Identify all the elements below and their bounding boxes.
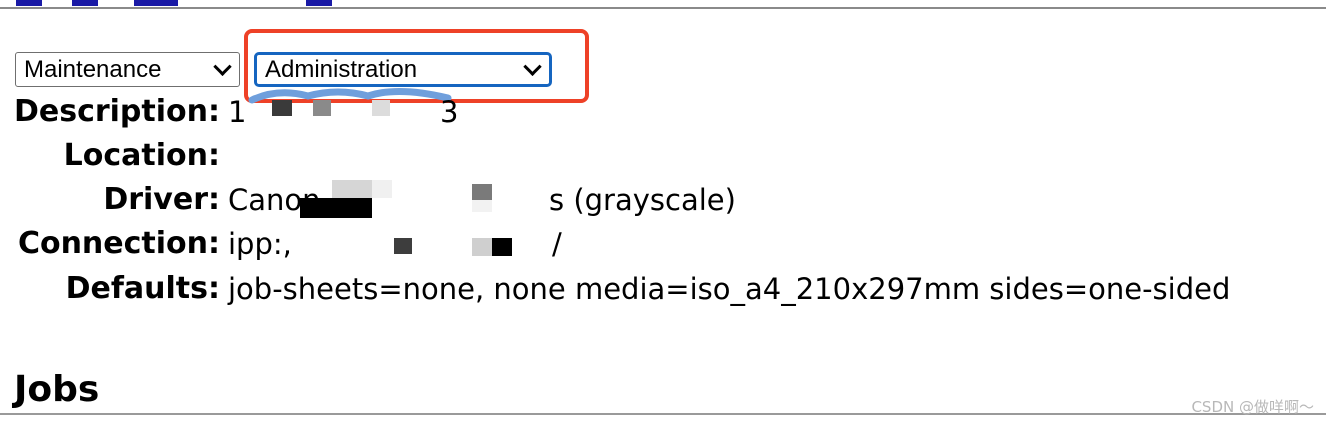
- header-divider: [0, 7, 1326, 9]
- watermark: CSDN @做咩啊～: [1191, 398, 1314, 416]
- redaction-block: [372, 100, 390, 116]
- jobs-divider: [0, 413, 1326, 415]
- redaction-block: [272, 100, 292, 116]
- maintenance-select-value: Maintenance: [24, 55, 162, 83]
- connection-row: Connection: ipp:, /: [0, 224, 1326, 264]
- description-row: Description: 1 3: [0, 92, 1326, 132]
- driver-label: Driver:: [103, 182, 220, 217]
- redaction-block: [472, 184, 492, 200]
- redaction-block: [372, 180, 392, 198]
- defaults-label: Defaults:: [65, 271, 220, 306]
- redaction-block: [472, 238, 492, 256]
- jobs-section-title: Jobs: [14, 369, 100, 410]
- driver-value-end: s (grayscale): [549, 183, 736, 217]
- driver-row: Driver: Canon s (grayscale): [0, 180, 1326, 220]
- connection-value-end: /: [552, 227, 562, 261]
- description-value-end: 3: [440, 95, 459, 129]
- redaction-block: [492, 238, 512, 256]
- connection-label: Connection:: [17, 226, 220, 261]
- redaction-block: [332, 180, 372, 198]
- redaction-block: [300, 198, 372, 218]
- header-link-fragment[interactable]: [72, 0, 98, 6]
- header-link-fragment[interactable]: [306, 0, 332, 6]
- defaults-value: job-sheets=none, none media=iso_a4_210x2…: [228, 272, 1231, 306]
- location-label: Location:: [63, 138, 220, 173]
- chevron-down-icon: [213, 57, 232, 76]
- header-link-fragment[interactable]: [134, 0, 178, 6]
- maintenance-select[interactable]: Maintenance: [15, 52, 240, 87]
- redaction-block: [394, 238, 412, 254]
- redaction-block: [313, 100, 331, 116]
- header-link-fragment[interactable]: [16, 0, 42, 6]
- location-row: Location:: [0, 136, 1326, 176]
- defaults-row: Defaults: job-sheets=none, none media=is…: [0, 269, 1326, 309]
- connection-value-start: ipp:,: [228, 227, 292, 261]
- redaction-block: [472, 200, 492, 212]
- description-label: Description:: [13, 94, 220, 129]
- description-value-start: 1: [228, 95, 247, 129]
